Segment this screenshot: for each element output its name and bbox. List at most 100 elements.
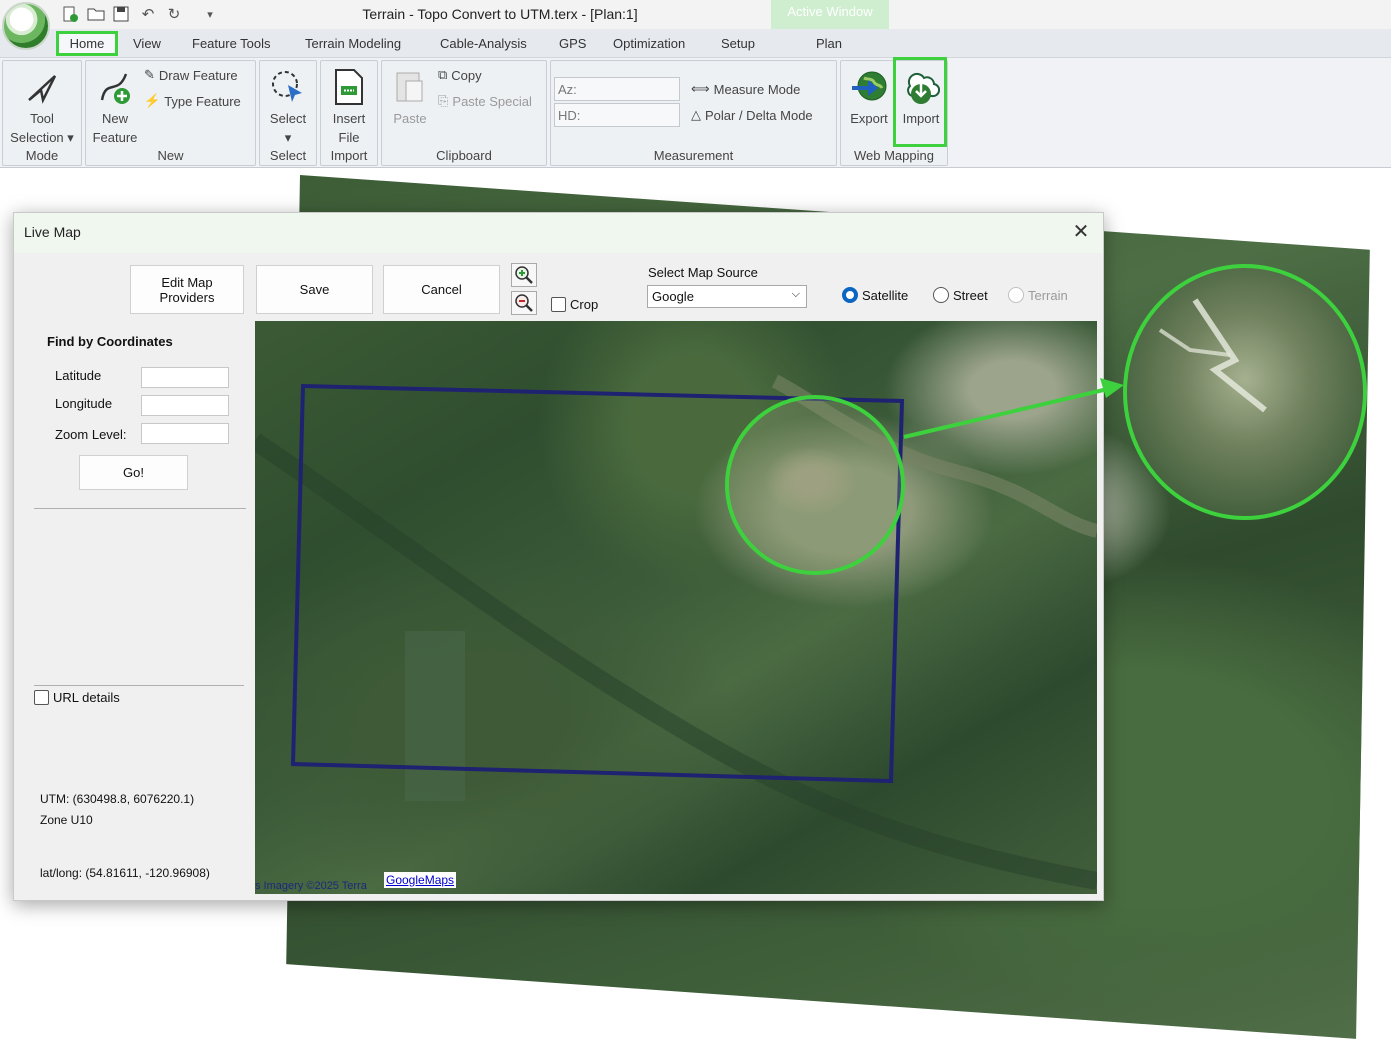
- divider: [34, 685, 244, 686]
- zone-readout: Zone U10: [40, 813, 93, 827]
- tab-gps[interactable]: GPS: [559, 36, 586, 51]
- close-icon[interactable]: ✕: [1069, 220, 1093, 244]
- new-feature-label: New: [101, 111, 128, 126]
- edit-map-providers-label-2: Providers: [159, 289, 215, 305]
- select-button[interactable]: Select ▾: [260, 67, 316, 147]
- measure-arrows-icon: ⟺: [691, 81, 710, 96]
- go-button[interactable]: Go!: [79, 455, 188, 490]
- polar-delta-mode-button[interactable]: △ Polar / Delta Mode: [691, 107, 813, 123]
- terrain-label: Terrain: [1028, 288, 1068, 303]
- map-source-select[interactable]: Google ⌵: [647, 285, 807, 308]
- divider: [34, 508, 246, 509]
- find-by-coordinates-heading: Find by Coordinates: [47, 334, 173, 349]
- select-label: Select: [269, 111, 307, 126]
- azimuth-field[interactable]: Az:: [554, 77, 680, 101]
- satellite-radio[interactable]: [842, 287, 858, 303]
- copy-label: Copy: [451, 67, 482, 83]
- group-label-measurement: Measurement: [653, 148, 734, 163]
- satellite-label: Satellite: [862, 288, 909, 303]
- map-overlays: [255, 374, 1097, 890]
- new-feature-label-2: Feature: [92, 130, 138, 145]
- latitude-input[interactable]: [141, 367, 229, 388]
- copy-button[interactable]: ⧉ Copy: [438, 67, 482, 83]
- new-feature-icon: [95, 67, 135, 107]
- live-map-view[interactable]: s Imagery ©2025 Terra GoogleMaps: [255, 321, 1097, 894]
- tab-feature-tools[interactable]: Feature Tools: [192, 36, 271, 51]
- new-file-icon[interactable]: [60, 4, 80, 24]
- insert-file-label-2: File: [338, 130, 360, 145]
- paste-label: Paste: [393, 111, 427, 126]
- tab-plan[interactable]: Plan: [816, 36, 842, 51]
- draw-feature-label: Draw Feature: [158, 67, 238, 83]
- app-logo[interactable]: [2, 2, 50, 50]
- map-source-value: Google: [652, 289, 694, 304]
- save-icon[interactable]: [111, 4, 131, 24]
- tab-home[interactable]: Home: [56, 31, 118, 56]
- tool-selection-label-2: Selection: [10, 130, 64, 145]
- export-label: Export: [850, 111, 888, 126]
- active-window-badge: Active Window: [771, 0, 889, 30]
- tab-terrain-modeling[interactable]: Terrain Modeling: [305, 36, 401, 51]
- paste-button[interactable]: Paste: [384, 67, 436, 128]
- zoom-level-label: Zoom Level:: [55, 427, 127, 442]
- zoom-out-icon[interactable]: [511, 291, 537, 315]
- group-label-mode: Mode: [25, 148, 59, 163]
- utm-readout: UTM: (630498.8, 6076220.1): [40, 792, 195, 806]
- triangle-icon: △: [691, 107, 701, 122]
- paste-special-icon: ⎘: [438, 93, 449, 108]
- undo-icon[interactable]: ↶: [138, 4, 158, 24]
- cursor-arrow-icon: [22, 67, 62, 107]
- window-title: Terrain - Topo Convert to UTM.terx - [Pl…: [362, 6, 638, 22]
- ribbon-group-measurement: Az: HD: ⟺ Measure Mode △ Polar / Delta Mod…: [550, 60, 837, 166]
- redo-icon[interactable]: ↻: [164, 4, 184, 24]
- dropdown-arrow-icon: ▾: [284, 130, 292, 145]
- google-maps-link[interactable]: GoogleMaps: [384, 872, 457, 888]
- open-folder-icon[interactable]: [86, 4, 106, 24]
- tab-setup[interactable]: Setup: [721, 36, 755, 51]
- map-attribution: s Imagery ©2025 Terra: [255, 880, 367, 892]
- zoom-in-icon[interactable]: [511, 263, 537, 287]
- export-button[interactable]: Export: [843, 67, 895, 128]
- group-label-import: Import: [330, 148, 368, 163]
- insert-file-label: Insert: [332, 111, 366, 126]
- new-feature-button[interactable]: New Feature: [88, 67, 142, 147]
- crop-checkbox[interactable]: [551, 297, 566, 312]
- type-feature-button[interactable]: ⚡ Type Feature: [144, 93, 241, 109]
- horizontal-distance-field[interactable]: HD:: [554, 103, 680, 127]
- terrain-radio[interactable]: [1008, 287, 1024, 303]
- dropdown-arrow-icon: ▾: [67, 130, 74, 145]
- ribbon-group-select: Select ▾ Select: [259, 60, 317, 166]
- tool-selection-button[interactable]: Tool Selection ▾: [3, 67, 81, 147]
- ribbon-group-new: New Feature ✎ Draw Feature ⚡ Type Feature …: [85, 60, 256, 166]
- group-label-select: Select: [269, 148, 307, 163]
- measure-mode-button[interactable]: ⟺ Measure Mode: [691, 81, 800, 97]
- copy-icon: ⧉: [438, 67, 448, 82]
- longitude-input[interactable]: [141, 395, 229, 416]
- edit-map-providers-label: Edit Map: [161, 274, 213, 290]
- import-highlight-box: [893, 57, 947, 147]
- url-details-checkbox[interactable]: [34, 690, 49, 705]
- save-button[interactable]: Save: [256, 265, 373, 314]
- customize-toolbar-icon[interactable]: ▾: [200, 4, 220, 24]
- tab-cable-analysis[interactable]: Cable-Analysis: [440, 36, 527, 51]
- paste-special-button[interactable]: ⎘ Paste Special: [438, 93, 532, 109]
- draw-feature-button[interactable]: ✎ Draw Feature: [144, 67, 238, 83]
- paste-icon: [390, 67, 430, 107]
- street-radio[interactable]: [933, 287, 949, 303]
- ribbon-tabs: View Feature Tools Terrain Modeling Cabl…: [0, 29, 1391, 87]
- title-bar: ↶ ↻ ▾ Terrain - Topo Convert to UTM.terx…: [0, 0, 1391, 30]
- dialog-title-bar: Live Map ✕: [14, 213, 1103, 253]
- tab-optimization[interactable]: Optimization: [613, 36, 685, 51]
- insert-file-icon: [329, 67, 369, 107]
- cancel-button[interactable]: Cancel: [383, 265, 500, 314]
- insert-file-button[interactable]: Insert File: [321, 67, 377, 147]
- chevron-down-icon: ⌵: [791, 288, 800, 300]
- zoom-level-input[interactable]: [141, 423, 229, 444]
- edit-map-providers-button[interactable]: Edit Map Providers: [130, 265, 244, 314]
- select-lasso-icon: [268, 67, 308, 107]
- tab-view[interactable]: View: [133, 36, 161, 51]
- globe-export-icon: [849, 67, 889, 107]
- longitude-label: Longitude: [55, 396, 113, 411]
- select-map-source-label: Select Map Source: [648, 265, 758, 280]
- group-label-new: New: [157, 148, 184, 163]
